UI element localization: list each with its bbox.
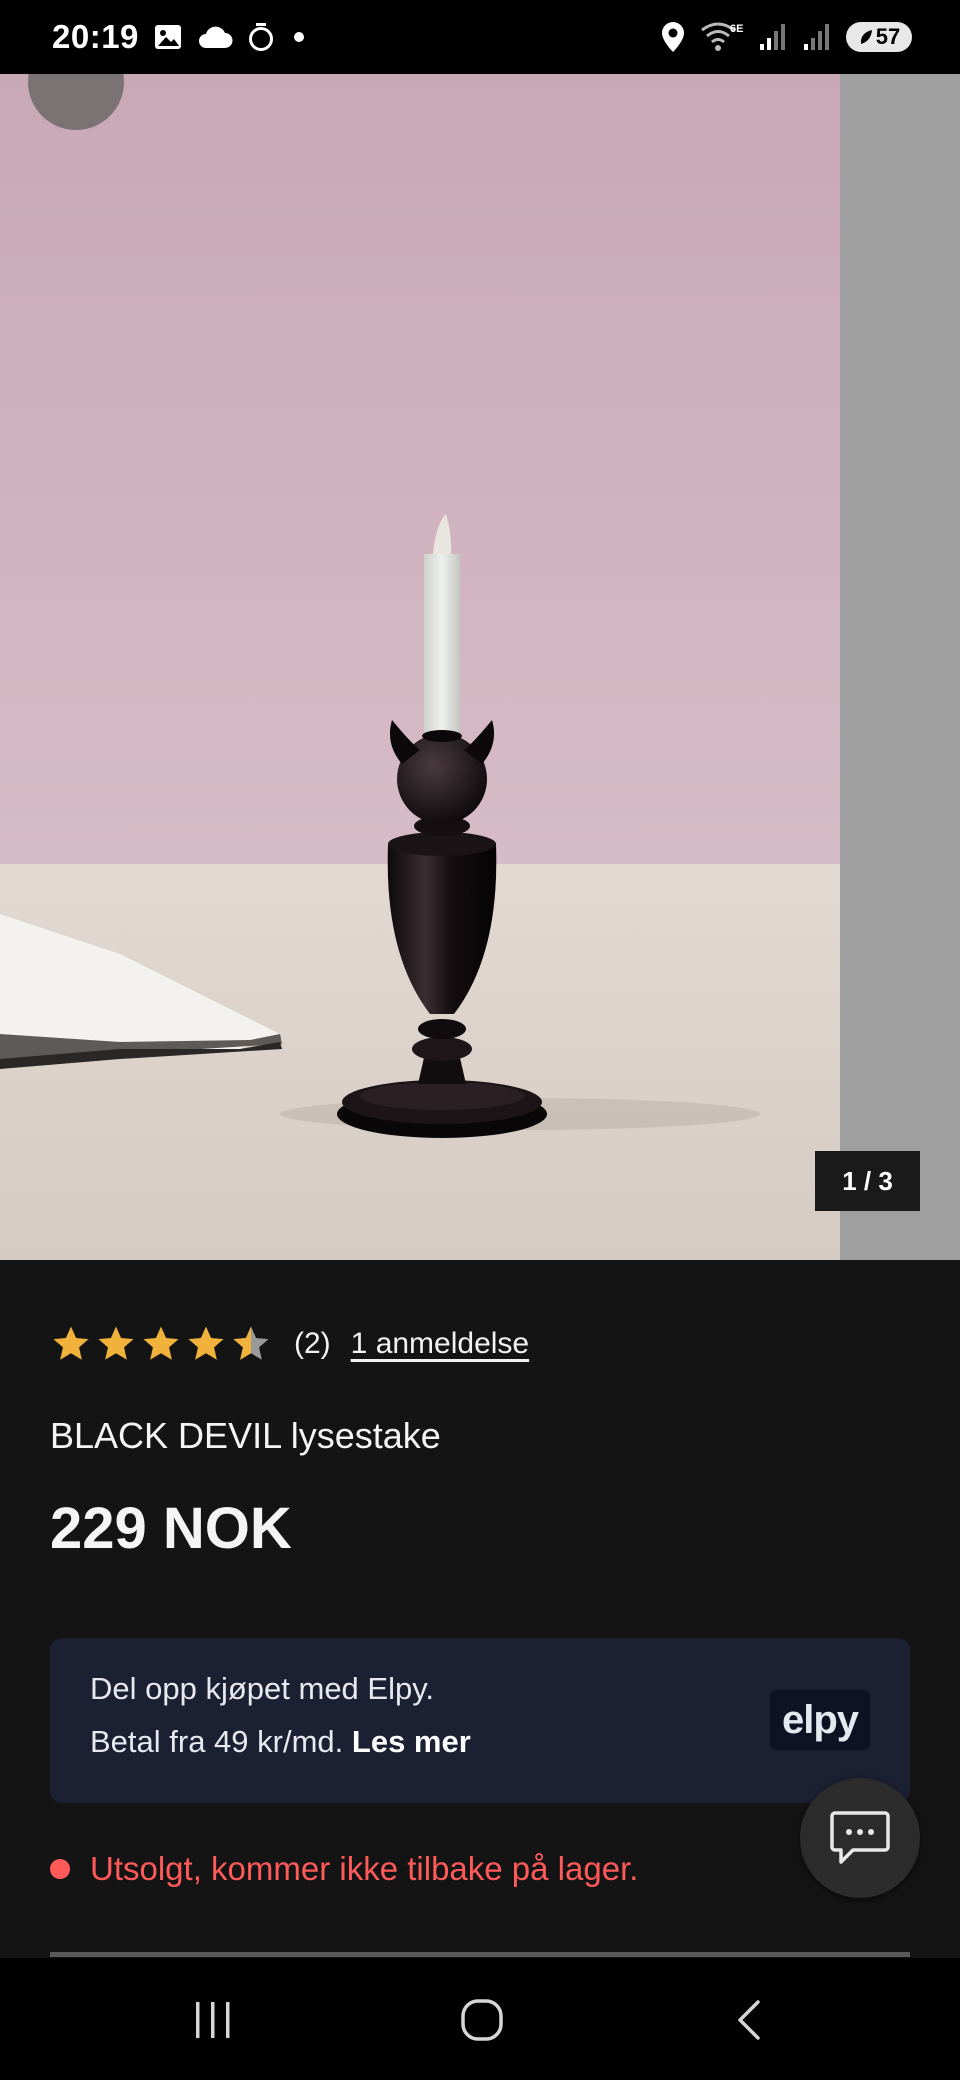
rating-row[interactable]: (2) 1 anmeldelse [50, 1323, 529, 1365]
battery-indicator: 57 [846, 22, 912, 52]
elpy-price-text: Betal fra 49 kr/md. [90, 1724, 344, 1759]
recent-apps-icon [196, 2002, 230, 2038]
product-image-carousel[interactable]: 1 / 3 [0, 74, 960, 1260]
star-icon [53, 1326, 89, 1360]
back-nav-button[interactable] [720, 1992, 780, 2048]
location-icon [662, 22, 684, 52]
half-star-icon [233, 1326, 269, 1360]
stock-status: Utsolgt, kommer ikke tilbake på lager. [50, 1850, 638, 1888]
status-time: 20:19 [52, 18, 139, 55]
battery-level: 57 [875, 24, 901, 49]
reviews-link[interactable]: 1 anmeldelse [351, 1327, 529, 1361]
dot-icon [293, 32, 304, 42]
star-icon [188, 1326, 224, 1360]
out-of-stock-dot-icon [50, 1859, 70, 1879]
signal-icon [760, 24, 785, 50]
wifi-6e-icon: 6E [701, 22, 743, 51]
timer-icon [248, 23, 273, 51]
section-divider [50, 1952, 910, 1957]
elpy-text-line2: Betal fra 49 kr/md. Les mer [90, 1724, 471, 1760]
battery-saver-icon [860, 30, 872, 44]
cloud-icon [198, 26, 233, 48]
elpy-payment-banner[interactable]: Del opp kjøpet med Elpy. Betal fra 49 kr… [50, 1638, 910, 1803]
chat-bubble-icon [830, 1811, 890, 1864]
next-slide-preview[interactable] [840, 74, 960, 1260]
product-name: BLACK DEVIL lysestake [50, 1415, 441, 1456]
star-icon [98, 1326, 134, 1360]
signal-icon-2 [804, 24, 829, 50]
gallery-icon [154, 25, 181, 49]
chat-button[interactable] [800, 1778, 920, 1898]
recent-apps-button[interactable] [183, 1992, 243, 2048]
product-photo [0, 74, 840, 1260]
back-icon [738, 2000, 760, 2040]
stock-status-text: Utsolgt, kommer ikke tilbake på lager. [90, 1850, 639, 1887]
home-button[interactable] [452, 1992, 512, 2048]
svg-text:6E: 6E [730, 23, 743, 35]
elpy-logo: elpy [770, 1690, 870, 1750]
system-navigation-bar [0, 1958, 960, 2080]
rating-stars [50, 1323, 272, 1365]
image-counter: 1 / 3 [815, 1151, 920, 1211]
status-bar: 20:19 6E 57 [0, 0, 960, 74]
product-price: 229 NOK [50, 1496, 292, 1561]
elpy-read-more-link[interactable]: Les mer [352, 1724, 471, 1759]
review-count: (2) [294, 1327, 331, 1360]
elpy-text-line1: Del opp kjøpet med Elpy. [90, 1671, 435, 1706]
star-icon [143, 1326, 179, 1360]
home-icon [461, 1999, 503, 2041]
